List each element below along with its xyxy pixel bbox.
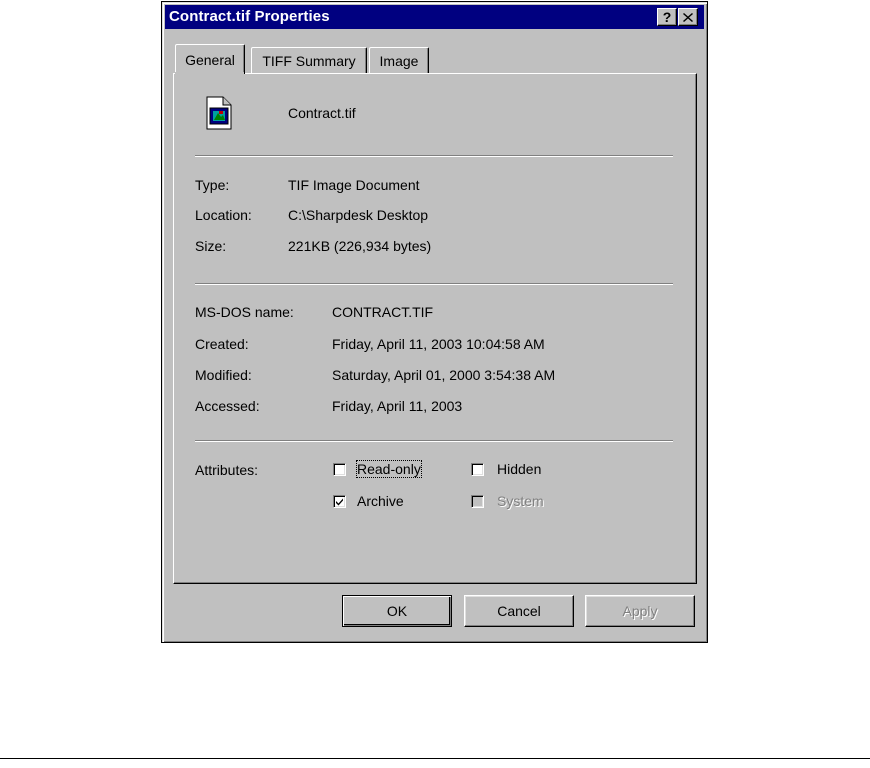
close-button[interactable] [678,8,698,26]
close-icon [683,12,693,22]
title-bar[interactable]: Contract.tif Properties ? [165,5,704,29]
hidden-label[interactable]: Hidden [497,461,541,477]
created-value: Friday, April 11, 2003 10:04:58 AM [332,336,545,352]
type-label: Type: [195,177,230,193]
ok-button-label: OK [386,603,408,619]
checkmark-icon [336,498,343,506]
tab-tiff-summary[interactable]: TIFF Summary [251,47,367,73]
ok-button[interactable]: OK [342,595,452,627]
accessed-label: Accessed: [195,398,260,414]
tab-join [175,72,244,75]
archive-checkbox[interactable] [333,495,346,508]
read-only-checkbox[interactable] [333,463,346,476]
tif-image-file-icon [206,96,232,130]
tab-panel-general [173,73,697,584]
tab-general[interactable]: General [175,44,245,74]
accessed-value: Friday, April 11, 2003 [332,398,463,414]
tab-image-label: Image [379,52,419,69]
modified-value: Saturday, April 01, 2000 3:54:38 AM [332,367,556,383]
location-label: Location: [195,207,252,223]
tab-tiff-summary-label: TIFF Summary [262,52,356,69]
divider-3 [195,440,673,442]
modified-label: Modified: [195,367,252,383]
help-button[interactable]: ? [657,8,677,26]
msdos-name-label: MS-DOS name: [195,304,294,320]
apply-button[interactable]: Apply [585,595,695,627]
size-value: 221KB (226,934 bytes) [288,238,432,254]
cancel-button-label: Cancel [497,603,541,619]
system-label: System [497,493,544,509]
file-name: Contract.tif [288,105,356,121]
created-label: Created: [195,336,249,352]
read-only-label[interactable]: Read-only [356,460,422,478]
apply-button-label: Apply [622,603,658,619]
help-icon: ? [662,9,672,25]
type-value: TIF Image Document [288,177,420,193]
window-title: Contract.tif Properties [169,8,330,25]
hidden-checkbox[interactable] [471,463,484,476]
page-bottom-rule [0,758,870,759]
archive-label[interactable]: Archive [357,493,404,509]
tab-image[interactable]: Image [369,47,429,73]
divider-2 [195,283,673,285]
location-value: C:\Sharpdesk Desktop [288,207,429,223]
system-checkbox[interactable] [471,495,484,508]
size-label: Size: [195,238,227,254]
divider-1 [195,155,673,157]
tab-general-label: General [185,51,235,68]
msdos-name-value: CONTRACT.TIF [332,304,434,320]
cancel-button[interactable]: Cancel [464,595,574,627]
attributes-label: Attributes: [195,462,259,478]
